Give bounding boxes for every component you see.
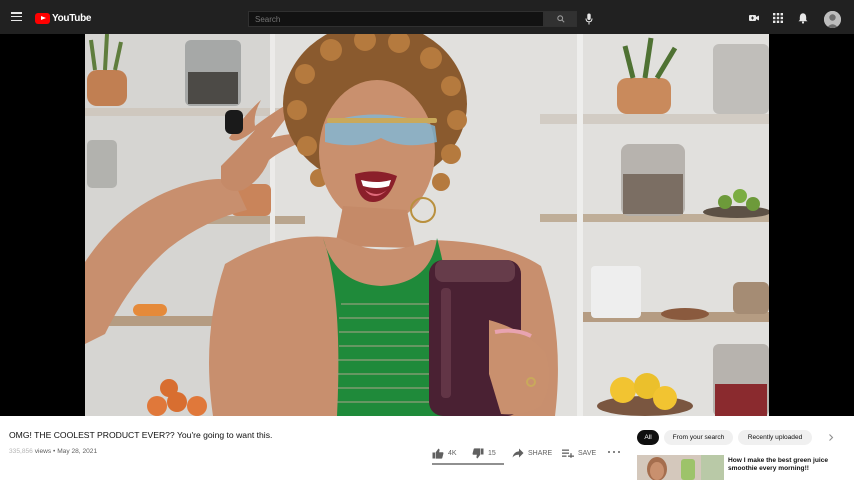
share-button[interactable]: SHARE [512,447,552,459]
video-meta: 335,856 views • May 28, 2021 [9,448,97,455]
video-frame-image [85,34,769,416]
view-count: 335,856 [9,448,33,455]
thumbnail-image [637,455,724,480]
share-arrow-icon [512,448,524,458]
recommended-video-title[interactable]: How I make the best green juice smoothie… [728,457,850,474]
dislike-count: 15 [488,449,496,457]
youtube-play-icon [35,12,50,24]
more-actions-icon[interactable] [608,451,620,455]
search-icon [556,15,565,23]
chip-from-your-search[interactable]: From your search [664,430,733,445]
recommended-video-thumbnail[interactable] [637,455,724,480]
masthead: YouTube [0,0,854,34]
save-label: SAVE [578,449,597,457]
like-count: 4K [448,449,457,457]
video-frame[interactable] [85,34,769,416]
chevron-right-icon[interactable] [827,433,835,442]
like-bar-fill [432,463,504,465]
like-button[interactable]: 4K [432,447,457,459]
search-button[interactable] [544,11,577,27]
avatar[interactable] [824,11,841,28]
share-label: SHARE [528,449,553,457]
menu-icon[interactable] [11,12,22,22]
bell-icon[interactable] [797,12,809,24]
thumbs-down-icon [472,447,484,458]
mic-icon[interactable] [585,13,593,25]
video-title: OMG! THE COOLEST PRODUCT EVER?? You're g… [9,430,273,440]
chip-all[interactable]: All [637,430,659,445]
youtube-logo[interactable]: YouTube [35,12,92,24]
thumbs-up-icon [432,448,444,459]
save-button[interactable]: SAVE [562,447,596,459]
dislike-button[interactable]: 15 [472,447,496,459]
video-info-panel: OMG! THE COOLEST PRODUCT EVER?? You're g… [0,416,854,480]
playlist-add-icon [562,449,574,458]
upload-date: May 28, 2021 [57,448,98,455]
views-label: views [34,448,52,455]
account-avatar-icon [824,11,841,28]
create-video-icon[interactable] [748,12,760,24]
search-input[interactable] [248,11,544,27]
meta-separator: • [53,448,56,455]
video-player[interactable] [0,34,854,416]
apps-grid-icon[interactable] [772,12,784,24]
logo-text: YouTube [52,12,92,24]
chip-recently-uploaded[interactable]: Recently uploaded [738,430,812,445]
like-dislike-bar [432,463,504,465]
